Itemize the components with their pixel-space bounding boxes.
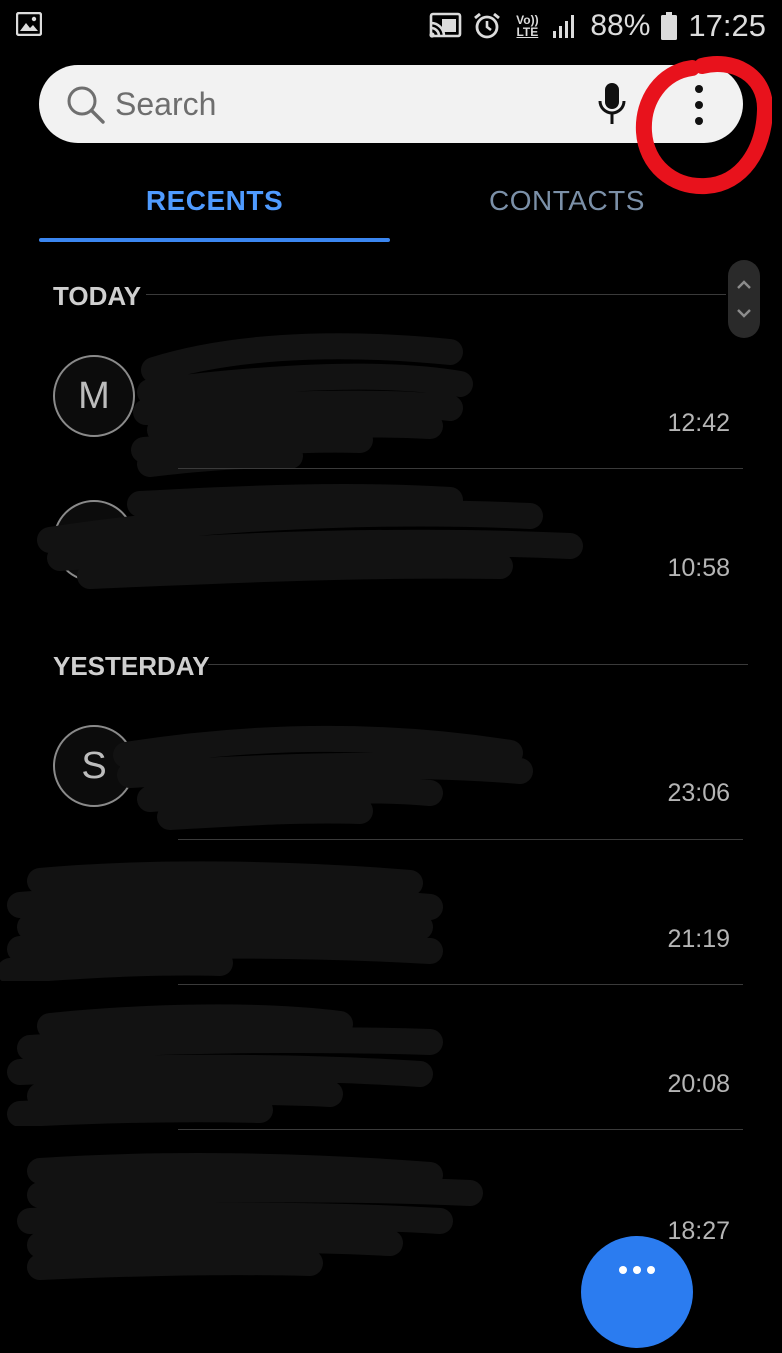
tab-contacts[interactable]: CONTACTS <box>391 160 743 242</box>
volte-icon: Vo)) LTE <box>516 13 539 39</box>
redaction-scribble <box>17 1153 483 1280</box>
section-header-yesterday: YESTERDAY <box>53 651 210 681</box>
call-time: 23:06 <box>667 779 730 807</box>
call-log-item[interactable]: 10:58 <box>0 470 782 615</box>
avatar: M <box>53 355 135 437</box>
redaction-scribble <box>113 725 533 830</box>
call-time: 12:42 <box>667 409 730 437</box>
cast-icon <box>429 12 462 38</box>
call-time: 10:58 <box>667 554 730 582</box>
battery-percent: 88% <box>590 9 651 42</box>
row-divider <box>178 984 743 985</box>
status-time: 17:25 <box>688 8 766 43</box>
section-header-today: TODAY <box>53 281 142 311</box>
call-log-item[interactable]: 21:19 <box>0 841 782 986</box>
row-divider <box>178 468 743 469</box>
search-input[interactable] <box>115 82 575 126</box>
search-icon <box>67 86 105 124</box>
call-time: 20:08 <box>667 1070 730 1098</box>
dialpad-fab-button[interactable] <box>581 1236 693 1348</box>
gallery-icon <box>16 12 42 36</box>
call-time: 21:19 <box>667 925 730 953</box>
redaction-scribble <box>131 333 473 477</box>
redaction-scribble <box>0 861 443 981</box>
status-bar: Vo)) LTE 88% 17:25 <box>0 0 782 52</box>
more-options-icon[interactable] <box>687 83 711 127</box>
row-divider <box>178 1129 743 1130</box>
dialpad-icon <box>619 1266 655 1274</box>
avatar <box>53 500 135 582</box>
signal-icon <box>553 15 575 38</box>
alarm-icon <box>474 12 501 39</box>
section-divider <box>208 664 748 665</box>
battery-icon <box>661 12 678 40</box>
mic-icon[interactable] <box>597 81 627 127</box>
search-bar[interactable] <box>39 65 743 143</box>
row-divider <box>178 839 743 840</box>
status-icons: Vo)) LTE 88% 17:25 <box>428 6 766 46</box>
tab-recents[interactable]: RECENTS <box>39 160 390 242</box>
redaction-scribble <box>7 1004 443 1126</box>
call-log-item[interactable]: M 12:42 <box>0 325 782 477</box>
call-log-item[interactable]: S 23:06 <box>0 695 782 840</box>
active-tab-indicator <box>39 238 390 242</box>
tab-bar: RECENTS CONTACTS <box>0 160 782 244</box>
avatar: S <box>53 725 135 807</box>
section-divider <box>146 294 726 295</box>
call-log-item[interactable]: 20:08 <box>0 986 782 1131</box>
